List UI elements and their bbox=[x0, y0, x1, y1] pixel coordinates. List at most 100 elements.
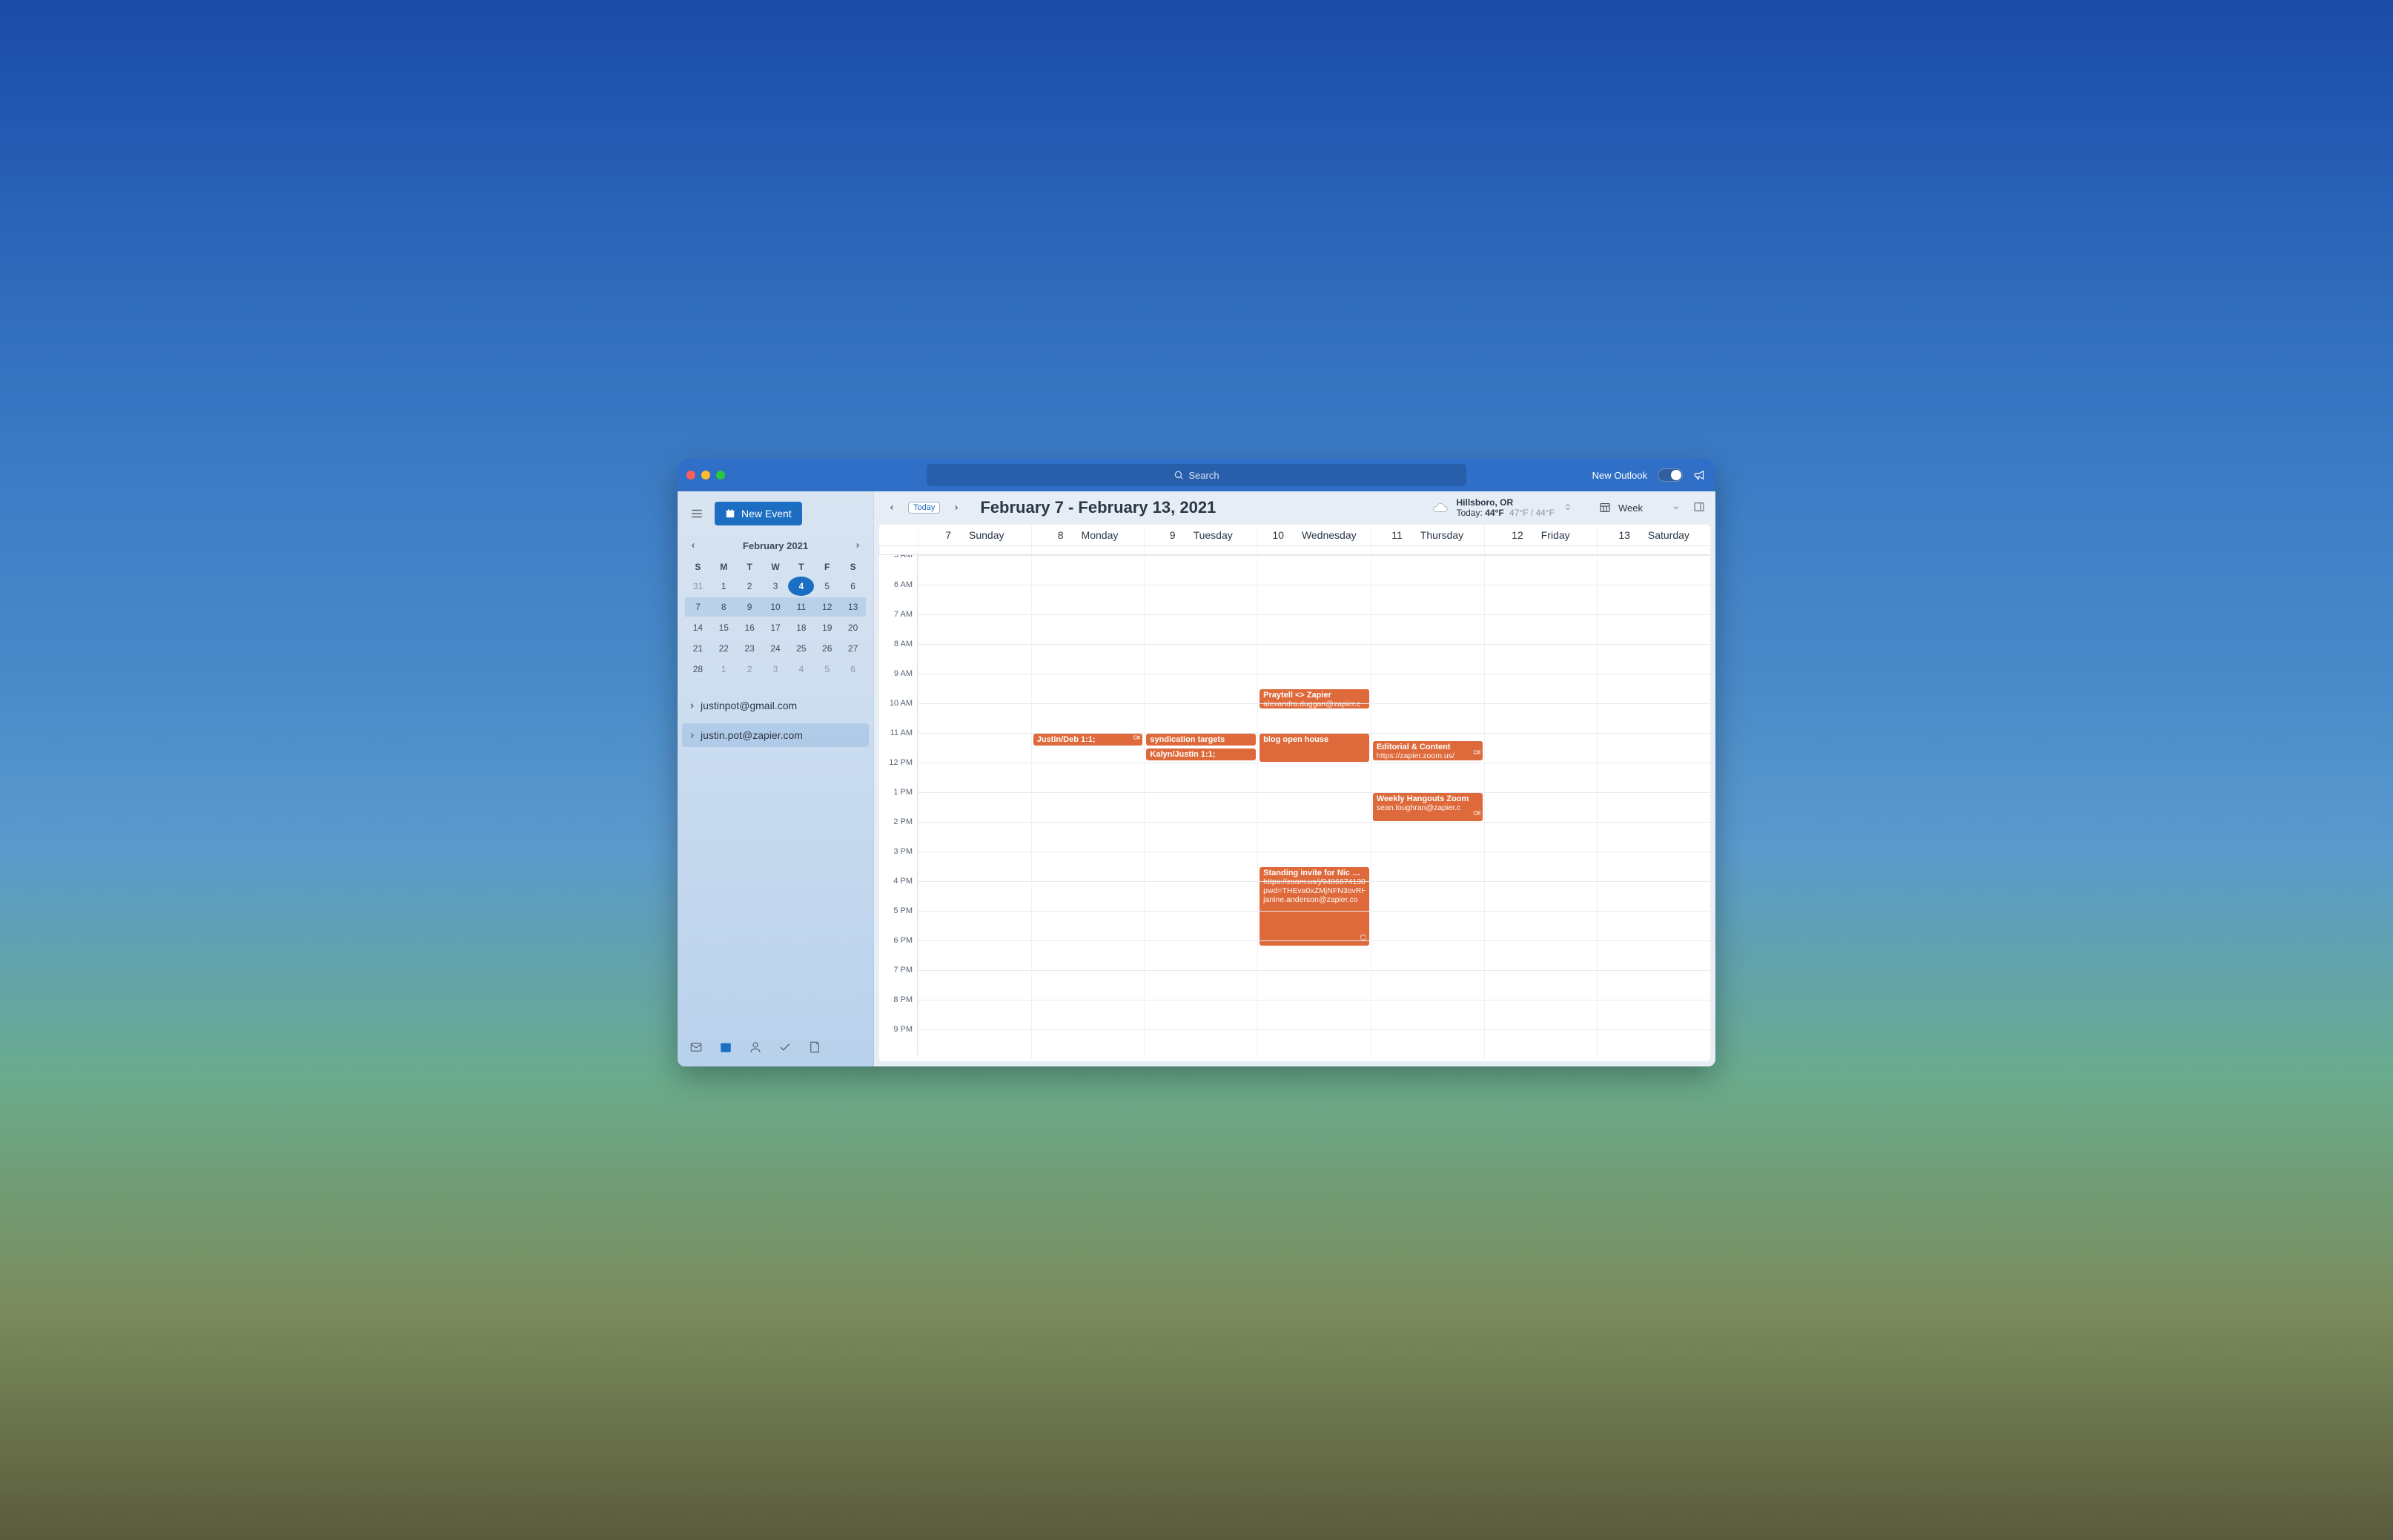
calendar-event[interactable]: syndication targets bbox=[1146, 734, 1256, 746]
hour-cell[interactable] bbox=[1597, 1029, 1710, 1059]
day-header[interactable]: 7Sunday bbox=[918, 525, 1031, 545]
hour-cell[interactable] bbox=[1484, 911, 1598, 940]
hour-cell[interactable] bbox=[1597, 703, 1710, 733]
calendar-grid-scroll[interactable]: 5 AM6 AM7 AM8 AM9 AMPraytell <> Zapieral… bbox=[879, 555, 1710, 1061]
day-header[interactable]: 11Thursday bbox=[1371, 525, 1484, 545]
hour-cell[interactable]: Weekly Hangouts Zoomsean.loughran@zapier… bbox=[1371, 792, 1484, 822]
calendar-event[interactable]: blog open house bbox=[1260, 734, 1369, 762]
hour-cell[interactable] bbox=[1144, 881, 1257, 911]
mini-day[interactable]: 16 bbox=[737, 618, 763, 637]
mini-day[interactable]: 2 bbox=[737, 577, 763, 596]
notes-icon[interactable] bbox=[808, 1041, 821, 1056]
hour-cell[interactable] bbox=[1031, 644, 1145, 674]
hour-cell[interactable] bbox=[1484, 881, 1598, 911]
hour-cell[interactable] bbox=[1371, 555, 1484, 585]
hour-cell[interactable] bbox=[1371, 940, 1484, 970]
hour-cell[interactable] bbox=[1371, 822, 1484, 852]
hour-cell[interactable] bbox=[1597, 644, 1710, 674]
mini-day[interactable]: 27 bbox=[840, 639, 866, 658]
hour-cell[interactable] bbox=[1371, 911, 1484, 940]
new-event-button[interactable]: New Event bbox=[715, 502, 802, 525]
hour-cell[interactable]: blog open house bbox=[1257, 733, 1371, 763]
mini-day[interactable]: 11 bbox=[797, 597, 806, 617]
hour-cell[interactable] bbox=[1031, 940, 1145, 970]
hour-cell[interactable] bbox=[1031, 614, 1145, 644]
hour-cell[interactable] bbox=[1144, 822, 1257, 852]
hour-cell[interactable] bbox=[1144, 940, 1257, 970]
mini-day[interactable]: 7 bbox=[695, 597, 701, 617]
hour-cell[interactable] bbox=[1484, 852, 1598, 881]
mini-day[interactable]: 17 bbox=[763, 618, 789, 637]
hour-cell[interactable] bbox=[1031, 1000, 1145, 1029]
hour-cell[interactable] bbox=[1484, 614, 1598, 644]
mini-day[interactable]: 3 bbox=[763, 577, 789, 596]
hour-cell[interactable] bbox=[1484, 674, 1598, 703]
mini-day[interactable]: 4 bbox=[788, 660, 814, 679]
hour-cell[interactable] bbox=[918, 763, 1031, 792]
hour-cell[interactable] bbox=[1257, 703, 1371, 733]
mini-day[interactable]: 8 bbox=[721, 597, 726, 617]
mini-day[interactable]: 5 bbox=[814, 660, 840, 679]
hour-cell[interactable] bbox=[1257, 881, 1371, 911]
hour-cell[interactable] bbox=[1371, 674, 1484, 703]
hour-cell[interactable] bbox=[1257, 763, 1371, 792]
mini-day[interactable]: 1 bbox=[711, 577, 737, 596]
hour-cell[interactable] bbox=[1371, 852, 1484, 881]
hour-cell[interactable] bbox=[1597, 585, 1710, 614]
calendar-grid[interactable]: 5 AM6 AM7 AM8 AM9 AMPraytell <> Zapieral… bbox=[879, 555, 1710, 1061]
hour-cell[interactable] bbox=[1031, 585, 1145, 614]
hour-cell[interactable] bbox=[1484, 822, 1598, 852]
hour-cell[interactable] bbox=[1144, 674, 1257, 703]
hour-cell[interactable] bbox=[1597, 792, 1710, 822]
mini-day[interactable]: 3 bbox=[763, 660, 789, 679]
hour-cell[interactable] bbox=[1031, 1029, 1145, 1059]
hour-cell[interactable] bbox=[1257, 822, 1371, 852]
hour-cell[interactable] bbox=[1484, 703, 1598, 733]
hour-cell[interactable] bbox=[918, 1000, 1031, 1029]
mini-day[interactable]: 12 bbox=[822, 597, 832, 617]
hour-cell[interactable] bbox=[1144, 1029, 1257, 1059]
calendar-event[interactable]: Kalyn/Justin 1:1; bbox=[1146, 749, 1256, 760]
mini-day[interactable]: 22 bbox=[711, 639, 737, 658]
mini-day[interactable]: 25 bbox=[788, 639, 814, 658]
hour-cell[interactable] bbox=[918, 881, 1031, 911]
hour-cell[interactable] bbox=[918, 911, 1031, 940]
hour-cell[interactable]: Editorial & Contenthttps://zapier.zoom.u… bbox=[1371, 733, 1484, 763]
hour-cell[interactable] bbox=[1031, 763, 1145, 792]
hour-cell[interactable] bbox=[1484, 970, 1598, 1000]
close-window-button[interactable] bbox=[686, 471, 695, 479]
hour-cell[interactable] bbox=[1031, 881, 1145, 911]
hour-cell[interactable] bbox=[1484, 644, 1598, 674]
calendar-event[interactable]: Editorial & Contenthttps://zapier.zoom.u… bbox=[1373, 741, 1483, 760]
hour-cell[interactable] bbox=[918, 585, 1031, 614]
people-icon[interactable] bbox=[749, 1041, 762, 1056]
mini-day[interactable]: 28 bbox=[685, 660, 711, 679]
hour-cell[interactable] bbox=[1031, 703, 1145, 733]
mini-day[interactable]: 31 bbox=[685, 577, 711, 596]
hour-cell[interactable] bbox=[1144, 970, 1257, 1000]
hour-cell[interactable] bbox=[918, 940, 1031, 970]
hour-cell[interactable] bbox=[1484, 733, 1598, 763]
hour-cell[interactable] bbox=[1371, 1000, 1484, 1029]
hour-cell[interactable] bbox=[1371, 970, 1484, 1000]
hour-cell[interactable] bbox=[918, 852, 1031, 881]
hour-cell[interactable] bbox=[1597, 763, 1710, 792]
hour-cell[interactable] bbox=[1484, 792, 1598, 822]
weather-refresh-icon[interactable] bbox=[1563, 502, 1572, 514]
hour-cell[interactable] bbox=[1031, 852, 1145, 881]
hour-cell[interactable] bbox=[1484, 940, 1598, 970]
hour-cell[interactable] bbox=[1257, 940, 1371, 970]
mini-day[interactable]: 21 bbox=[685, 639, 711, 658]
mini-day[interactable]: 6 bbox=[840, 577, 866, 596]
hour-cell[interactable] bbox=[1484, 763, 1598, 792]
hour-cell[interactable] bbox=[1371, 763, 1484, 792]
megaphone-icon[interactable] bbox=[1693, 468, 1707, 482]
hour-cell[interactable] bbox=[918, 555, 1031, 585]
hour-cell[interactable] bbox=[1257, 555, 1371, 585]
hour-cell[interactable] bbox=[1371, 881, 1484, 911]
hour-cell[interactable] bbox=[1257, 1029, 1371, 1059]
mini-day[interactable]: 4 bbox=[788, 577, 814, 596]
mini-day[interactable]: 14 bbox=[685, 618, 711, 637]
hour-cell[interactable] bbox=[918, 733, 1031, 763]
mini-day[interactable]: 26 bbox=[814, 639, 840, 658]
